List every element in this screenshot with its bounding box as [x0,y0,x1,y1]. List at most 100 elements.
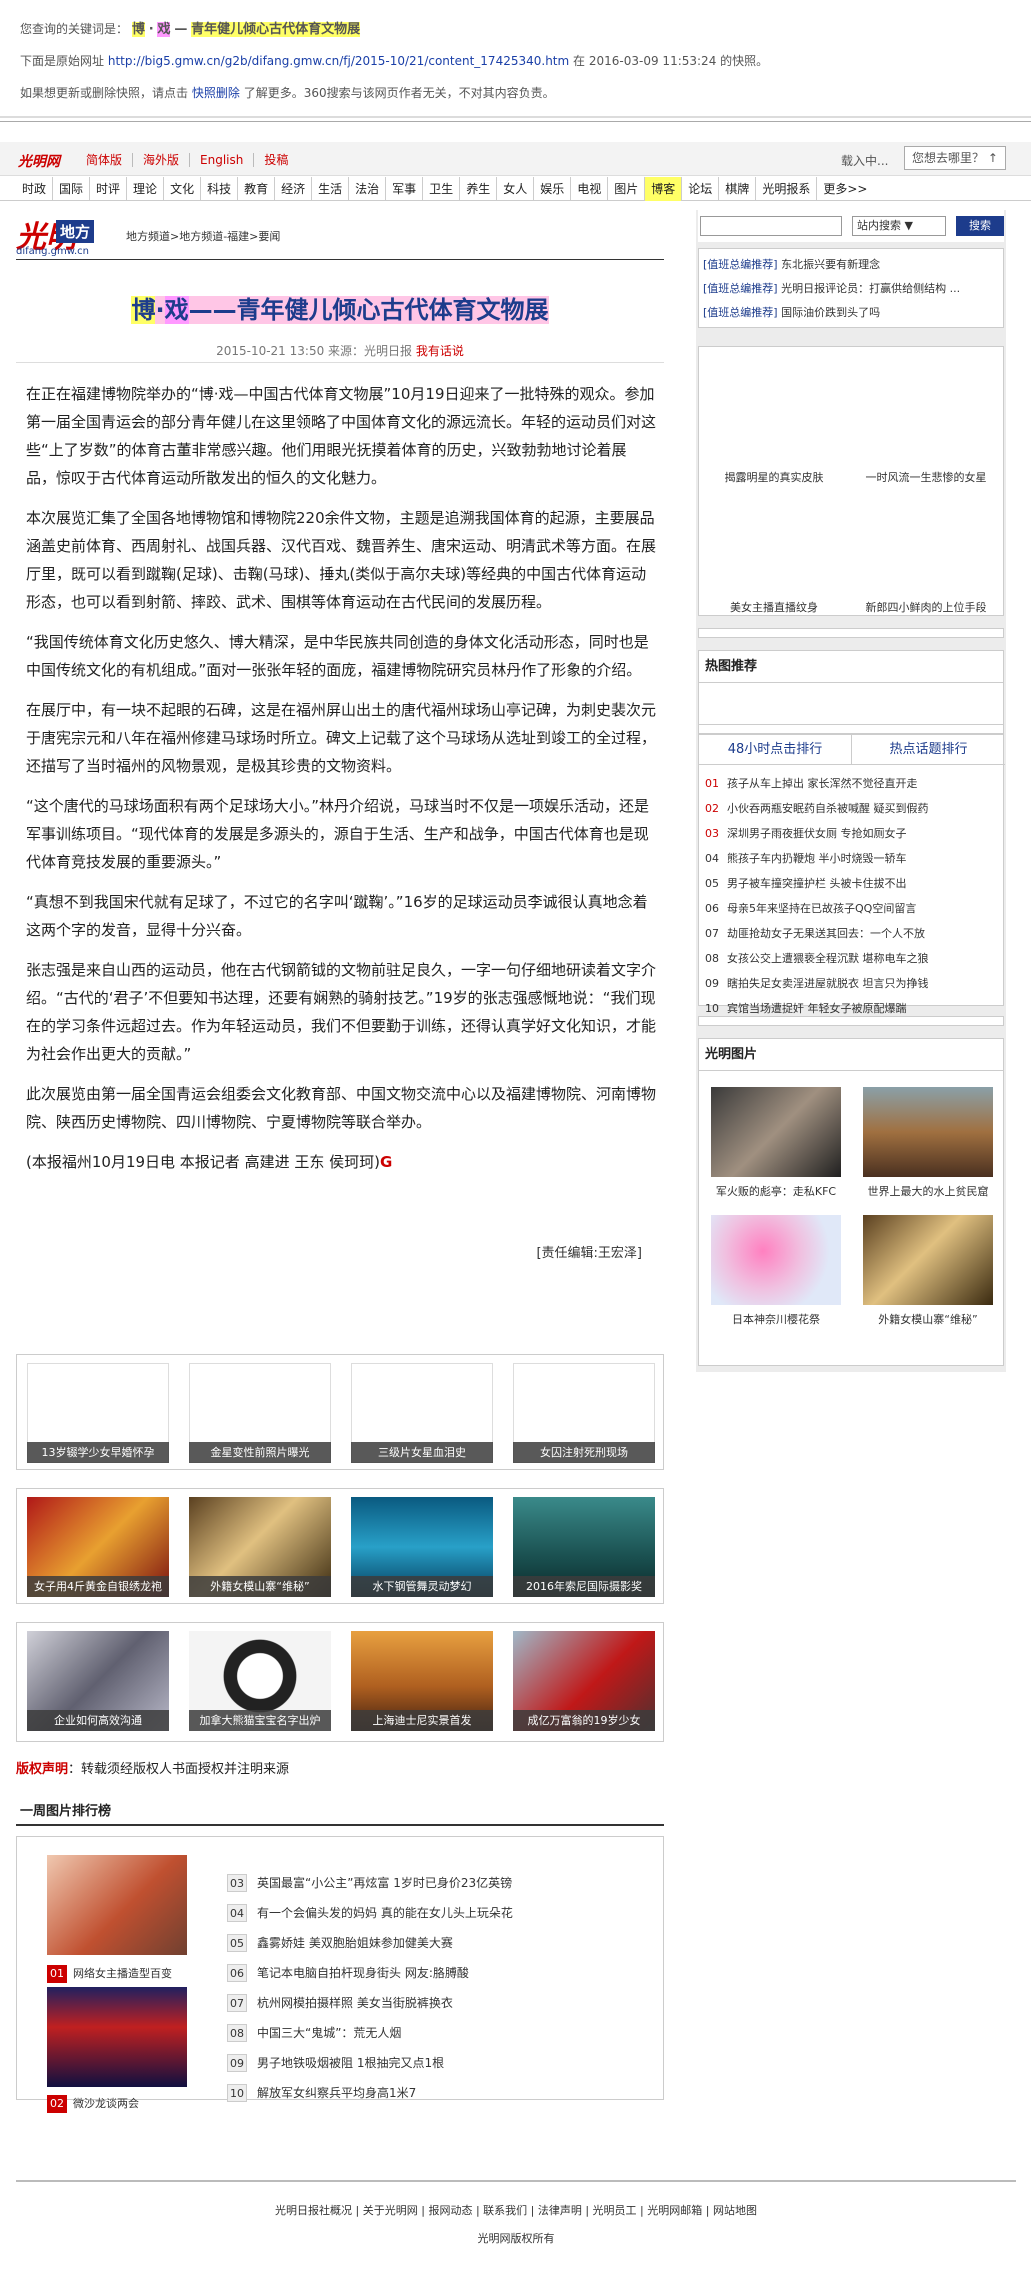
nav-item[interactable]: 国际 [53,177,91,201]
sidebar-spacer [698,1016,1004,1026]
ranking-item[interactable]: 08 女孩公交上遭猥亵全程沉默 堪称电车之狼 [699,946,1005,971]
search-scope-select[interactable]: 站内搜索 ▼ [852,216,946,236]
thumb-item[interactable]: 上海迪士尼实景首发 [351,1631,493,1731]
responsible-editor: [责任编辑:王宏泽] [536,1246,642,1261]
nav-item[interactable]: 棋牌 [719,177,757,201]
thumb-item[interactable]: 女囚注射死刑现场 [513,1363,655,1463]
footer-links[interactable]: 光明日报社概况 | 关于光明网 | 报网动态 | 联系我们 | 法律声明 | 光… [16,2202,1016,2218]
nav-item[interactable]: 时政 [16,177,54,201]
weekly-list-item[interactable]: 09 男子地铁吸烟被阻 1根抽完又点1根 [227,2053,647,2083]
breadcrumb[interactable]: 地方频道>地方频道-福建>要闻 [126,228,280,244]
thumb-item[interactable]: 金星变性前照片曝光 [189,1363,331,1463]
ranking-item[interactable]: 01 孩子从车上掉出 家长浑然不觉径直开走 [699,771,1005,796]
gmw-photo[interactable] [711,1215,841,1305]
gmw-photo-caption[interactable]: 世界上最大的水上贫民窟 [853,1183,1003,1199]
nav-item[interactable]: 科技 [201,177,239,201]
nav-item[interactable]: 论坛 [682,177,720,201]
nav-item[interactable]: 博客 [645,177,683,201]
nav-item[interactable]: 光明报系 [756,177,818,201]
nav-item[interactable]: 文化 [164,177,202,201]
thumb-item[interactable]: 女子用4斤黄金自银绣龙袍 [27,1497,169,1597]
snapshot-delete-prefix: 如果想更新或删除快照，请点击 [20,86,189,100]
weekly-list-item[interactable]: 10 解放军女纠察兵平均身高1米7 [227,2083,647,2113]
sidebar-pic-caption[interactable]: 美女主播直播纹身 [699,599,849,615]
ranking-item[interactable]: 05 男子被车撞突撞护栏 头被卡住拔不出 [699,871,1005,896]
sidebar-pic-caption[interactable]: 新郎四小鲜肉的上位手段 [851,599,1001,615]
copyright-label: 版权声明 [16,1762,69,1777]
gmw-photo-caption[interactable]: 日本神奈川樱花祭 [701,1311,851,1327]
sidebar-pic-caption[interactable]: 揭露明星的真实皮肤 [699,469,849,485]
nav-item[interactable]: 时评 [90,177,128,201]
nav-item[interactable]: 电视 [571,177,609,201]
comment-link[interactable]: 我有话说 [416,344,464,358]
ranking-item[interactable]: 03 深圳男子雨夜捱伏女厕 专抢如厕女子 [699,821,1005,846]
tab-48h-clicks[interactable]: 48小时点击排行 [699,735,852,765]
thumb-item[interactable]: 加拿大熊猫宝宝名字出炉 [189,1631,331,1731]
nav-item[interactable]: 养生 [460,177,498,201]
weekly-list-item[interactable]: 08 中国三大“鬼城”：荒无人烟 [227,2023,647,2053]
sidebar-pic[interactable] [707,357,847,457]
gmw-photo-caption[interactable]: 外籍女模山寨“维秘” [853,1311,1003,1327]
nav-item[interactable]: 卫生 [423,177,461,201]
thumb-item[interactable]: 13岁辍学少女早婚怀孕 [27,1363,169,1463]
ranking-item[interactable]: 04 熊孩子车内扔鞭炮 半小时烧毁一轿车 [699,846,1005,871]
nav-item[interactable]: 理论 [127,177,165,201]
nav-item[interactable]: 教育 [238,177,276,201]
edition-link-overseas[interactable]: 海外版 [132,153,190,167]
sidebar-spacer [698,628,1004,638]
edition-link-simplified[interactable]: 简体版 [76,153,132,167]
gmw-photo[interactable] [863,1087,993,1177]
tab-hot-topics[interactable]: 热点话题排行 [852,735,1005,765]
difang-logo[interactable]: 光明 地方 difang.gmw.cn [16,212,116,258]
sidebar-pic[interactable] [857,487,997,587]
weekly-list-item[interactable]: 03 英国最富“小公主”再炫富 1岁时已身价23亿英镑 [227,1873,647,1903]
nav-item[interactable]: 军事 [386,177,424,201]
weekly-top-image[interactable] [47,1855,187,1955]
weekly-list-item[interactable]: 04 有一个会偏头发的妈妈 真的能在女儿头上玩朵花 [227,1903,647,1933]
ranking-item[interactable]: 07 劫匪抢劫女子无果送其回去：一个人不放 [699,921,1005,946]
thumb-caption: 2016年索尼国际摄影奖 [513,1576,655,1597]
nav-item[interactable]: 生活 [312,177,350,201]
thumb-item[interactable]: 2016年索尼国际摄影奖 [513,1497,655,1597]
weekly-list-item[interactable]: 06 笔记本电脑自拍杆现身街头 网友:胳膊酸 [227,1963,647,1993]
recommend-item[interactable]: [值班总编推荐] 东北振兴要有新理念 [699,253,1003,277]
weekly-top-label[interactable]: 01 网络女主播造型百变 [47,1965,172,1983]
sidebar-pic[interactable] [707,487,847,587]
weekly-top-image[interactable] [47,1987,187,2087]
edition-link-submit[interactable]: 投稿 [253,153,299,167]
weekly-list-item[interactable]: 05 鑫雾娇娃 美双胞胎姐妹参加健美大赛 [227,1933,647,1963]
nav-item[interactable]: 经济 [275,177,313,201]
gmw-photo[interactable] [711,1087,841,1177]
nav-item-more[interactable]: 更多>> [817,177,873,201]
weekly-list-item[interactable]: 07 杭州网模拍摄样照 美女当街脱裤换衣 [227,1993,647,2023]
thumb-item[interactable]: 水下钢管舞灵动梦幻 [351,1497,493,1597]
gmw-photo[interactable] [863,1215,993,1305]
nav-item[interactable]: 法治 [349,177,387,201]
nav-item[interactable]: 娱乐 [534,177,572,201]
edition-link-english[interactable]: English [189,153,254,167]
snapshot-original-url[interactable]: http://big5.gmw.cn/g2b/difang.gmw.cn/fj/… [108,54,569,68]
thumb-item[interactable]: 三级片女星血泪史 [351,1363,493,1463]
sidebar-pic-caption[interactable]: 一时风流一生悲惨的女星 [851,469,1001,485]
thumb-item[interactable]: 成亿万富翁的19岁少女 [513,1631,655,1731]
weekly-item-text: 英国最富“小公主”再炫富 1岁时已身价23亿英镑 [257,1876,513,1890]
thumb-item[interactable]: 外籍女模山寨“维秘” [189,1497,331,1597]
sidebar-pic[interactable] [857,357,997,457]
gmw-photo-caption[interactable]: 军火贩的彪亭：走私KFC [701,1183,851,1199]
recommend-item[interactable]: [值班总编推荐] 光明日报评论员：打赢供给侧结构 ... [699,277,1003,301]
where-to-go-select[interactable]: 您想去哪里？ ↑ [904,146,1006,170]
weekly-top-label[interactable]: 02 微沙龙谈两会 [47,2095,139,2113]
ranking-item[interactable]: 02 小伙吞两瓶安眠药自杀被喊醒 疑买到假药 [699,796,1005,821]
click-ranking: 48小时点击排行 热点话题排行 01 孩子从车上掉出 家长浑然不觉径直开走 02 小… [698,734,1005,1015]
recommend-item[interactable]: [值班总编推荐] 国际油价跌到头了吗 [699,301,1003,325]
thumb-item[interactable]: 企业如何高效沟通 [27,1631,169,1731]
search-button[interactable]: 搜索 [956,216,1004,236]
search-input[interactable] [700,216,842,236]
ranking-item[interactable]: 09 瞎拍失足女卖淫进屋就脱衣 坦言只为挣钱 [699,971,1005,996]
nav-item[interactable]: 女人 [497,177,535,201]
gmw-small-logo[interactable]: 光明网 [18,151,60,171]
snapshot-delete-link[interactable]: 快照删除 [192,86,240,100]
ranking-item[interactable]: 06 母亲5年来坚持在已故孩子QQ空间留言 [699,896,1005,921]
nav-item[interactable]: 图片 [608,177,646,201]
loading-text: 载入中... [841,154,889,168]
